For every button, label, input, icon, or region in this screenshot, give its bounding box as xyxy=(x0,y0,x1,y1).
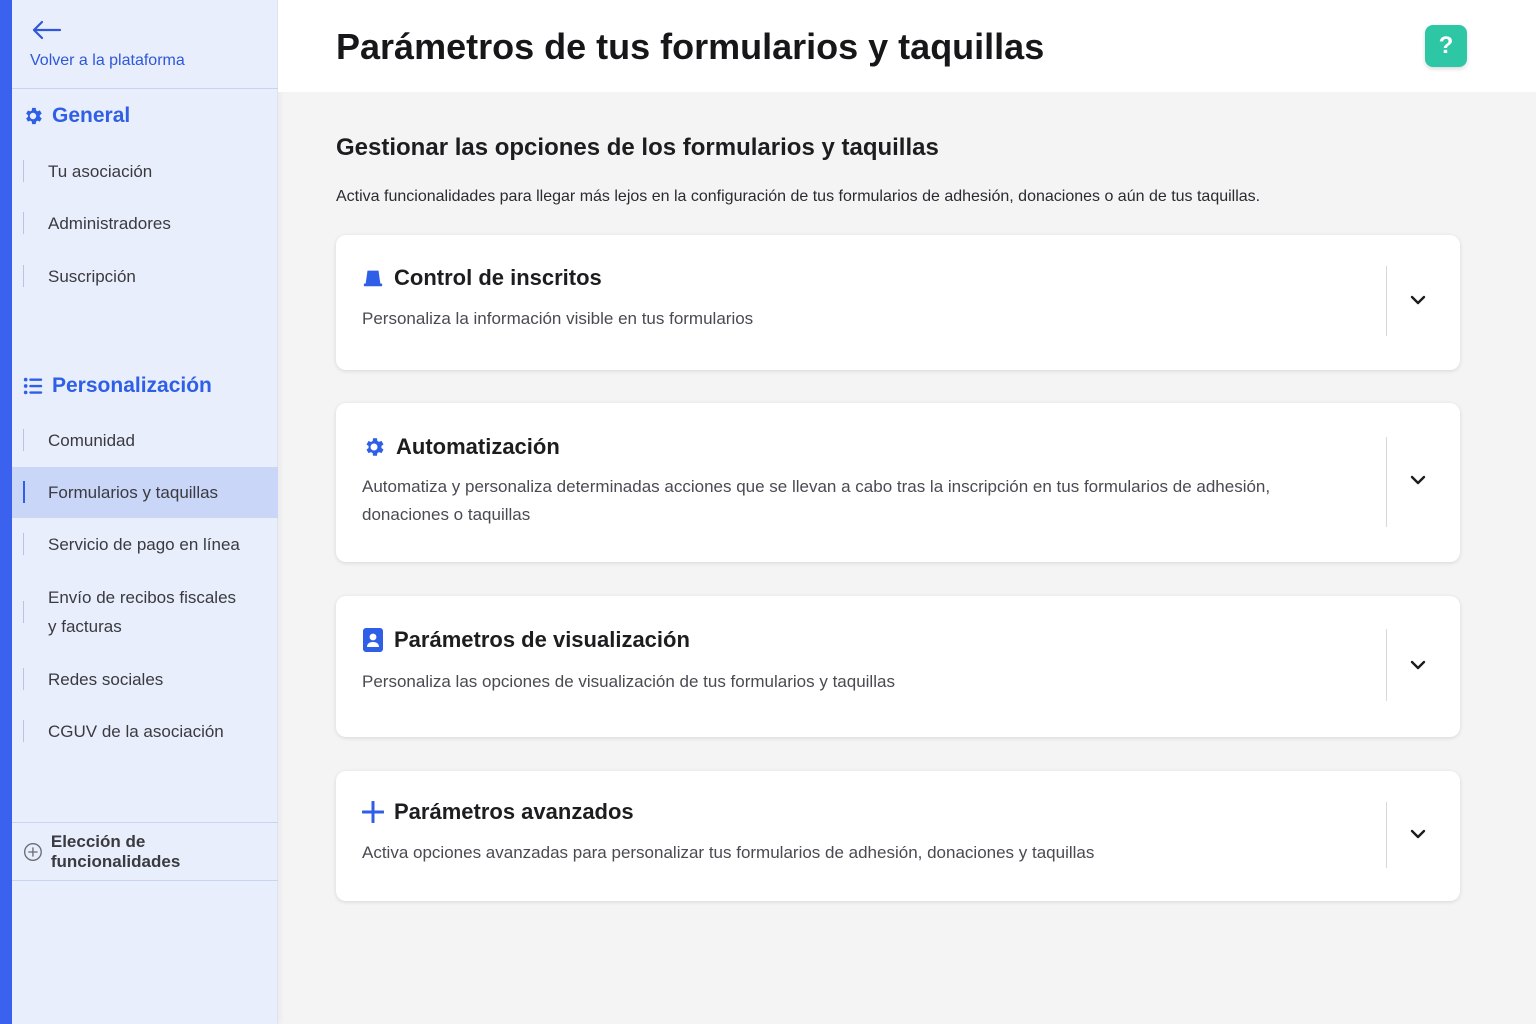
nav-tick xyxy=(23,265,24,287)
page-title: Parámetros de tus formularios y taquilla… xyxy=(336,26,1045,67)
card-description: Personaliza las opciones de visualizació… xyxy=(362,672,895,691)
sidebar-item-label: Formularios y taquillas xyxy=(48,483,219,502)
gear-icon xyxy=(366,438,384,456)
sidebar-section-personalizacion: Personalización xyxy=(22,374,212,398)
nav-tick xyxy=(23,720,24,742)
plus-icon xyxy=(362,801,384,823)
sidebar-item-label: Envío de recibos fiscales y facturas xyxy=(48,588,237,636)
features-selection-button[interactable]: Elección de funcionalidades xyxy=(12,822,278,881)
sidebar-item-label: Suscripción xyxy=(48,266,136,286)
sidebar: Volver a la plataforma General Tu asocia… xyxy=(12,0,278,1024)
sidebar-item-redes-sociales[interactable]: Redes sociales xyxy=(12,664,278,694)
card-parametros-visualizacion[interactable]: Parámetros de visualización Personaliza … xyxy=(336,596,1460,737)
section-title-general: General xyxy=(52,104,131,127)
card-title-text: Parámetros avanzados xyxy=(394,799,634,824)
nav-tick xyxy=(23,212,24,234)
sidebar-item-recibos-facturas[interactable]: Envío de recibos fiscales y facturas xyxy=(12,582,278,642)
desk-bell-icon xyxy=(363,270,383,287)
sidebar-item-label: Tu asociación xyxy=(48,161,153,181)
id-card-icon xyxy=(363,628,383,652)
card-title: Parámetros de visualización xyxy=(362,627,690,653)
page-header: Parámetros de tus formularios y taquilla… xyxy=(278,0,1536,92)
sidebar-item-label: Redes sociales xyxy=(48,669,164,689)
sidebar-section-general: General xyxy=(22,104,130,128)
gear-icon xyxy=(26,107,42,125)
sidebar-item-label: Comunidad xyxy=(48,430,135,450)
list-icon xyxy=(23,377,43,395)
card-title: Automatización xyxy=(362,434,560,460)
nav-tick xyxy=(23,533,24,555)
card-parametros-avanzados[interactable]: Parámetros avanzados Activa opciones ava… xyxy=(336,771,1460,901)
card-description: Personaliza la información visible en tu… xyxy=(362,309,754,328)
section-title-personalizacion: Personalización xyxy=(52,374,212,397)
sidebar-item-tu-asociacion[interactable]: Tu asociación xyxy=(12,156,278,186)
card-automatizacion[interactable]: Automatización Automatiza y personaliza … xyxy=(336,403,1460,562)
chevron-down-icon[interactable] xyxy=(1408,655,1428,675)
arrow-left-icon xyxy=(32,20,62,40)
back-to-platform-link[interactable]: Volver a la plataforma xyxy=(12,0,278,89)
card-title-text: Parámetros de visualización xyxy=(394,627,690,652)
sidebar-item-cguv[interactable]: CGUV de la asociación xyxy=(12,716,278,746)
sidebar-item-comunidad[interactable]: Comunidad xyxy=(12,425,278,455)
card-divider xyxy=(1386,266,1387,336)
sidebar-item-label: Servicio de pago en línea xyxy=(48,534,240,554)
sidebar-accent-bar xyxy=(0,0,12,1024)
main-content: Gestionar las opciones de los formulario… xyxy=(278,92,1536,1024)
nav-tick xyxy=(23,601,24,623)
help-button[interactable]: ? xyxy=(1425,25,1467,67)
nav-tick xyxy=(23,429,24,451)
sidebar-item-formularios-taquillas[interactable]: Formularios y taquillas xyxy=(12,467,278,518)
nav-tick-active xyxy=(23,481,25,503)
chevron-down-icon[interactable] xyxy=(1408,824,1428,844)
nav-tick xyxy=(23,160,24,182)
card-title: Parámetros avanzados xyxy=(362,799,634,825)
sidebar-item-suscripcion[interactable]: Suscripción xyxy=(12,261,278,291)
section-description: Activa funcionalidades para llegar más l… xyxy=(336,188,1261,205)
card-control-inscritos[interactable]: Control de inscritos Personaliza la info… xyxy=(336,235,1460,370)
sidebar-item-administradores[interactable]: Administradores xyxy=(12,208,278,238)
card-divider xyxy=(1386,802,1387,868)
card-description: Activa opciones avanzadas para personali… xyxy=(362,843,1095,862)
chevron-down-icon[interactable] xyxy=(1408,290,1428,310)
features-selection-label: Elección de funcionalidades xyxy=(50,831,181,871)
card-title-text: Automatización xyxy=(396,434,560,459)
sidebar-item-label: Administradores xyxy=(48,213,171,233)
card-description: Automatiza y personaliza determinadas ac… xyxy=(362,477,1271,524)
nav-tick xyxy=(23,668,24,690)
card-divider xyxy=(1386,629,1387,701)
back-link-label: Volver a la plataforma xyxy=(30,52,185,69)
chevron-down-icon[interactable] xyxy=(1408,470,1428,490)
card-title-text: Control de inscritos xyxy=(394,265,602,290)
card-divider xyxy=(1386,437,1387,527)
sidebar-item-servicio-pago[interactable]: Servicio de pago en línea xyxy=(12,529,278,559)
sidebar-item-label: CGUV de la asociación xyxy=(48,721,224,741)
section-heading: Gestionar las opciones de los formulario… xyxy=(336,134,939,161)
card-title: Control de inscritos xyxy=(362,265,602,291)
plus-circle-icon xyxy=(23,842,42,861)
